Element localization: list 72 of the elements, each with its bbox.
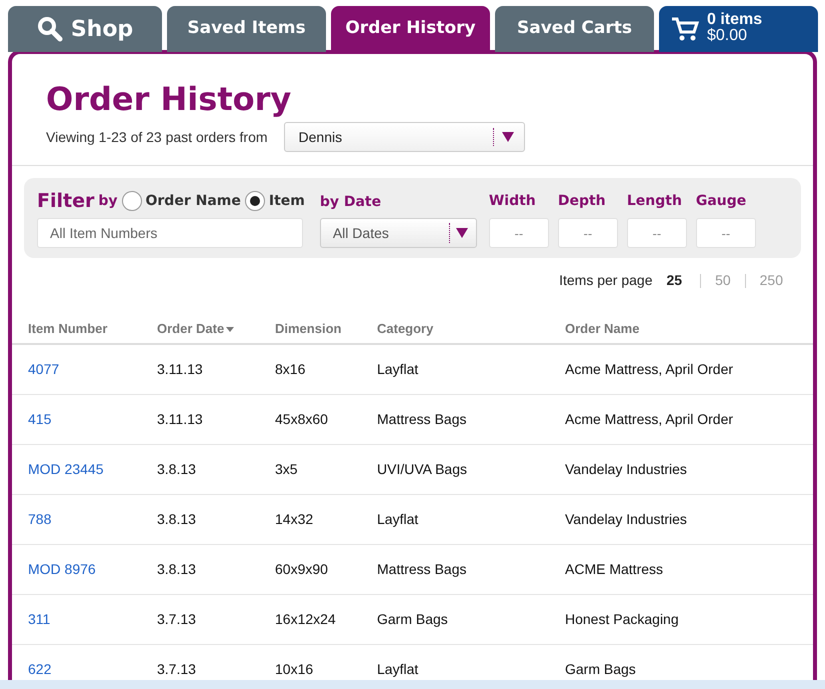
table-cell: 3.8.13	[157, 561, 196, 577]
cart-button[interactable]: 0 items $0.00	[659, 6, 818, 52]
item-number-link[interactable]: 415	[28, 411, 52, 427]
table-cell: 3.11.13	[157, 411, 203, 427]
per-page-label: Items per page	[559, 271, 652, 290]
nav-tab[interactable]: Saved Items	[167, 6, 326, 52]
table-cell: Honest Packaging	[565, 611, 679, 627]
shop-tab[interactable]: Shop	[8, 6, 162, 52]
viewing-text: Viewing 1-23 of 23 past orders from	[46, 128, 268, 147]
table-cell: 60x9x90	[275, 561, 328, 577]
dimension-label: Width	[488, 192, 537, 210]
column-header[interactable]: Order Date	[157, 319, 234, 339]
table-cell: 3.8.13	[157, 511, 196, 527]
table-cell: Layflat	[377, 661, 418, 677]
item-number-link[interactable]: MOD 8976	[28, 561, 96, 577]
item-search-field[interactable]: All Item Numbers	[37, 218, 303, 248]
item-number-link[interactable]: 4077	[28, 361, 60, 377]
column-header[interactable]: Category	[377, 319, 434, 339]
table-cell: ACME Mattress	[565, 561, 664, 577]
table-cell: 8x16	[275, 361, 306, 377]
table-cell: UVI/UVA Bags	[377, 461, 468, 477]
cart-total: $0.00	[707, 28, 748, 44]
filter-radio[interactable]: Item	[244, 190, 305, 212]
sort-icon	[226, 326, 234, 332]
nav-tab[interactable]: Saved Carts	[495, 6, 654, 52]
item-number-link[interactable]: MOD 23445	[28, 461, 104, 477]
table-cell: 10x16	[275, 661, 314, 677]
cart-icon	[671, 16, 699, 42]
table-cell: Vandelay Industries	[565, 511, 687, 527]
table-cell: 3.11.13	[157, 361, 203, 377]
table-cell: 16x12x24	[275, 611, 336, 627]
date-label: by Date	[320, 193, 382, 212]
table-cell: Garm Bags	[377, 611, 448, 627]
caret-icon	[502, 132, 514, 142]
table-cell: Layflat	[377, 361, 418, 377]
item-number-link[interactable]: 311	[28, 611, 50, 627]
dimension-field[interactable]: --	[626, 218, 687, 248]
dimension-field[interactable]: --	[558, 218, 618, 248]
table-cell: 3.7.13	[157, 661, 196, 677]
table-cell: Mattress Bags	[377, 561, 466, 577]
column-header[interactable]: Dimension	[275, 319, 342, 339]
nav-tab[interactable]: Order History	[331, 6, 490, 52]
search-icon	[36, 16, 63, 42]
column-header[interactable]: Order Name	[565, 319, 640, 339]
table-cell: 3.7.13	[157, 611, 196, 627]
filter-radio[interactable]: Order Name	[122, 190, 241, 212]
item-number-link[interactable]: 788	[28, 511, 52, 527]
cart-count: 0 items	[707, 12, 762, 28]
date-dropdown[interactable]: All Dates	[320, 218, 477, 248]
column-header[interactable]: Item Number	[28, 319, 108, 339]
caret-icon	[456, 228, 468, 238]
table-cell: Garm Bags	[565, 661, 636, 677]
table-cell: Mattress Bags	[377, 411, 466, 427]
dimension-label: Gauge	[696, 192, 748, 210]
filter-label: Filter	[37, 188, 94, 214]
item-number-link[interactable]: 622	[28, 661, 52, 677]
table-cell: Acme Mattress, April Order	[565, 411, 734, 427]
table-cell: 45x8x60	[275, 411, 328, 427]
dimension-field[interactable]: --	[488, 218, 549, 248]
table-cell: 14x32	[275, 511, 314, 527]
user-dropdown[interactable]: Dennis	[284, 122, 525, 152]
dimension-field[interactable]: --	[696, 218, 756, 248]
page-title: Order History	[46, 80, 292, 118]
table-cell: Vandelay Industries	[565, 461, 687, 477]
dimension-label: Depth	[558, 192, 607, 210]
table-cell: 3x5	[275, 461, 298, 477]
dimension-label: Length	[626, 192, 683, 210]
per-page-option[interactable]: 25	[666, 270, 682, 291]
table-cell: 3.8.13	[157, 461, 196, 477]
filter-by-label: by	[98, 192, 118, 210]
table-cell: Layflat	[377, 511, 418, 527]
table-cell: Acme Mattress, April Order	[565, 361, 734, 377]
